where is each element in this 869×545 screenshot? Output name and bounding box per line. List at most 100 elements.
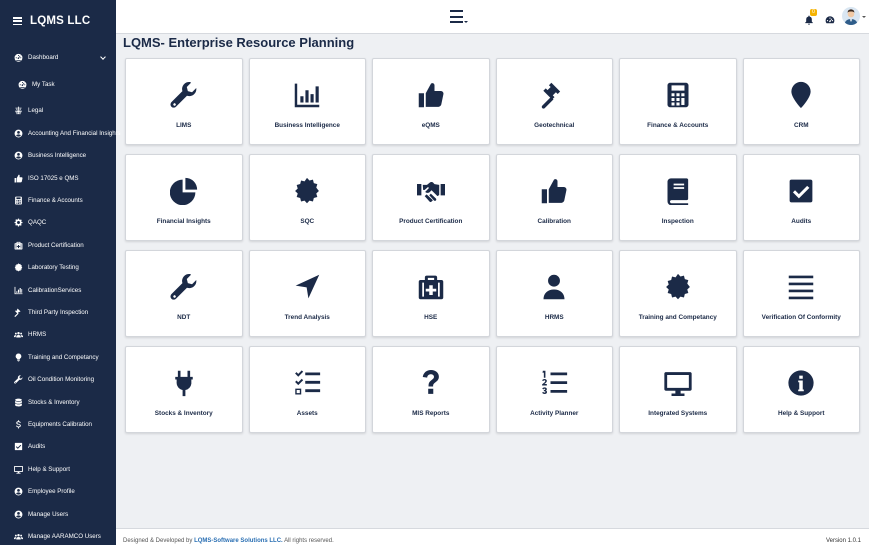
module-tile-label: CRM xyxy=(793,122,809,129)
module-tile-hse[interactable]: HSE xyxy=(372,250,490,337)
gear-icon xyxy=(14,218,23,227)
module-tile-label: LIMS xyxy=(176,122,192,129)
sidebar-item-qaqc[interactable]: QAQC xyxy=(0,212,116,234)
sidebar-item-label: My Task xyxy=(32,81,55,89)
list-lines-icon xyxy=(787,273,815,301)
module-tile-label: NDT xyxy=(177,314,191,321)
sidebar-item-manage-aaramco-users[interactable]: Manage AARAMCO Users xyxy=(0,525,116,545)
medkit-icon xyxy=(14,241,23,250)
plug-icon xyxy=(170,369,198,397)
menu-toggle-icon[interactable] xyxy=(450,10,468,23)
sidebar-item-accounting-and-financial-insights[interactable]: Accounting And Financial Insights xyxy=(0,122,121,144)
sidebar: LQMS LLC Dashboard My Task Legal Accounting… xyxy=(0,0,121,545)
module-tile-ndt[interactable]: NDT xyxy=(125,250,243,337)
module-tile-trend-analysis[interactable]: Trend Analysis xyxy=(248,250,366,337)
thumbs-up-icon xyxy=(417,81,445,109)
sidebar-item-legal[interactable]: Legal xyxy=(0,100,116,122)
sidebar-item-label: Accounting And Financial Insights xyxy=(28,129,121,137)
handshake-icon xyxy=(416,177,445,205)
module-tile-audits[interactable]: Audits xyxy=(742,154,860,241)
hamburger-menu-icon[interactable] xyxy=(13,17,22,25)
certificate-icon xyxy=(14,263,23,272)
module-tile-financial-insights[interactable]: Financial Insights xyxy=(125,154,243,241)
question-icon xyxy=(417,369,445,397)
module-tile-label: HRMS xyxy=(544,314,564,321)
sidebar-item-my-task[interactable]: My Task xyxy=(0,73,116,95)
module-tile-product-certification[interactable]: Product Certification xyxy=(372,154,490,241)
map-marker-icon xyxy=(787,81,815,109)
module-tile-training-and-competancy[interactable]: Training and Competancy xyxy=(619,250,737,337)
dashboard-gauge-icon[interactable] xyxy=(825,12,835,24)
info-circle-icon xyxy=(787,369,815,397)
thumbs-up-icon xyxy=(14,174,23,183)
certificate-icon xyxy=(293,177,321,205)
sidebar-item-help-support[interactable]: Help & Support xyxy=(0,458,116,480)
sidebar-item-laboratory-testing[interactable]: Laboratory Testing xyxy=(0,257,116,279)
book-icon xyxy=(664,177,692,205)
footer: Designed & Developed by LQMS-Software So… xyxy=(116,528,869,545)
sidebar-item-iso-17025-e-qms[interactable]: ISO 17025 e QMS xyxy=(0,167,116,189)
module-tile-eqms[interactable]: eQMS xyxy=(372,58,490,145)
module-tile-activity-planner[interactable]: Activity Planner xyxy=(495,346,613,433)
sidebar-item-label: Stocks & Inventory xyxy=(28,398,80,406)
database-icon xyxy=(14,398,23,407)
sidebar-item-finance-accounts[interactable]: Finance & Accounts xyxy=(0,189,116,211)
desktop-icon xyxy=(664,369,692,397)
wrench-icon xyxy=(170,273,198,301)
sidebar-item-business-intelligence[interactable]: Business Intelligence xyxy=(0,145,116,167)
module-tile-integrated-systems[interactable]: Integrated Systems xyxy=(619,346,737,433)
user-avatar[interactable] xyxy=(842,7,860,25)
sidebar-item-hrms[interactable]: HRMS xyxy=(0,324,116,346)
sidebar-item-equipments-calibration[interactable]: Equipments Calibration xyxy=(0,413,116,435)
footer-suffix: All rights reserved. xyxy=(284,538,334,544)
module-tile-stocks-inventory[interactable]: Stocks & Inventory xyxy=(125,346,243,433)
module-tile-crm[interactable]: CRM xyxy=(742,58,860,145)
module-tile-verification-of-conformity[interactable]: Verification Of Conformity xyxy=(742,250,860,337)
sidebar-item-oil-condition-monitoring[interactable]: Oil Condition Monitoring xyxy=(0,368,116,390)
sidebar-item-product-certification[interactable]: Product Certification xyxy=(0,234,116,256)
sidebar-item-label: Dashboard xyxy=(28,53,59,61)
module-tile-business-intelligence[interactable]: Business Intelligence xyxy=(248,58,366,145)
pie-chart-icon xyxy=(169,177,198,205)
module-tile-help-support[interactable]: Help & Support xyxy=(742,346,860,433)
sidebar-item-employee-profile[interactable]: Employee Profile xyxy=(0,480,116,502)
check-square-icon xyxy=(787,177,815,205)
footer-company-link[interactable]: LQMS-Software Solutions LLC. xyxy=(194,538,283,544)
sidebar-item-calibrationservices[interactable]: CalibrationServices xyxy=(0,279,116,301)
sidebar-item-manage-users[interactable]: Manage Users xyxy=(0,503,116,525)
sidebar-item-label: Audits xyxy=(28,443,46,451)
module-tile-inspection[interactable]: Inspection xyxy=(619,154,737,241)
calculator-icon xyxy=(664,81,692,109)
sidebar-item-dashboard[interactable]: Dashboard xyxy=(0,46,116,68)
notification-badge: 0 xyxy=(810,9,817,16)
dashboard-icon xyxy=(18,80,27,89)
module-tile-sqc[interactable]: SQC xyxy=(248,154,366,241)
module-tile-geotechnical[interactable]: Geotechnical xyxy=(495,58,613,145)
module-tile-calibration[interactable]: Calibration xyxy=(495,154,613,241)
sidebar-item-stocks-inventory[interactable]: Stocks & Inventory xyxy=(0,391,116,413)
module-tile-label: Help & Support xyxy=(777,410,825,417)
module-tile-label: MIS Reports xyxy=(412,410,450,417)
user-circle-icon xyxy=(14,510,23,519)
sidebar-item-label: ISO 17025 e QMS xyxy=(28,174,79,182)
module-tile-hrms[interactable]: HRMS xyxy=(495,250,613,337)
module-tile-assets[interactable]: Assets xyxy=(248,346,366,433)
balance-scale-icon xyxy=(14,106,23,115)
module-tile-label: Geotechnical xyxy=(534,122,575,129)
sidebar-item-training-and-competancy[interactable]: Training and Competancy xyxy=(0,346,116,368)
module-tile-lims[interactable]: LIMS xyxy=(125,58,243,145)
check-square-icon xyxy=(14,442,23,451)
module-tile-label: Training and Competancy xyxy=(638,314,717,321)
module-tile-mis-reports[interactable]: MIS Reports xyxy=(372,346,490,433)
module-tile-finance-accounts[interactable]: Finance & Accounts xyxy=(619,58,737,145)
chevron-down-icon[interactable] xyxy=(100,54,106,60)
module-grid: LIMS Business Intelligence eQMS Geotechnica… xyxy=(125,58,860,433)
sidebar-item-third-party-inspection[interactable]: Third Party Inspection xyxy=(0,301,116,323)
calculator-icon xyxy=(14,196,23,205)
tasks-icon xyxy=(293,369,321,397)
avatar-dropdown-icon[interactable] xyxy=(862,16,866,18)
sidebar-item-audits[interactable]: Audits xyxy=(0,436,116,458)
module-tile-label: HSE xyxy=(424,314,438,321)
wrench-icon xyxy=(170,81,198,109)
sidebar-item-label: CalibrationServices xyxy=(28,286,82,294)
